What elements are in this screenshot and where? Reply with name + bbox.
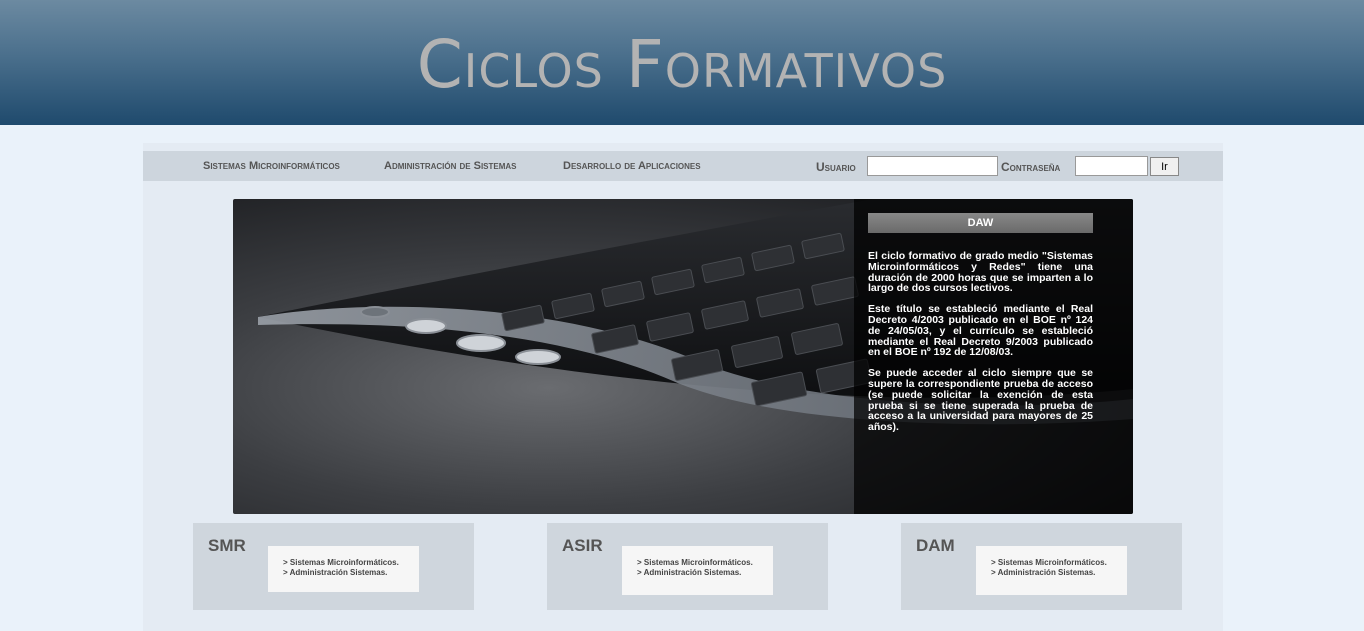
card-link[interactable]: > Administración Sistemas. [283,568,419,578]
card-smr: SMR > Sistemas Microinformáticos. > Admi… [193,523,474,610]
login-submit-button[interactable]: Ir [1150,157,1179,176]
card-links: > Sistemas Microinformáticos. > Administ… [976,546,1127,595]
password-label: Contraseña [1001,160,1061,174]
nav-item-dam[interactable]: Desarrollo de Aplicaciones [563,160,701,172]
site-title: Ciclos Formativos [416,26,948,103]
nav-item-asir[interactable]: Administración de Sistemas [384,160,517,172]
info-panel: DAW El ciclo formativo de grado medio "S… [854,199,1133,514]
card-links: > Sistemas Microinformáticos. > Administ… [268,546,419,592]
card-dam: DAM > Sistemas Microinformáticos. > Admi… [901,523,1182,610]
card-link[interactable]: > Sistemas Microinformáticos. [991,558,1127,568]
hero-banner: DAW El ciclo formativo de grado medio "S… [233,199,1133,514]
info-paragraph: Este título se estableció mediante el Re… [868,303,1093,359]
info-paragraph: El ciclo formativo de grado medio "Siste… [868,250,1093,295]
card-link[interactable]: > Sistemas Microinformáticos. [637,558,773,568]
password-input[interactable] [1075,156,1148,176]
card-title: ASIR [562,536,603,555]
card-title: SMR [208,536,246,555]
main-container: Sistemas Microinformáticos Administració… [143,143,1223,631]
info-panel-text: El ciclo formativo de grado medio "Siste… [868,251,1093,443]
info-paragraph: Se puede acceder al ciclo siempre que se… [868,367,1093,434]
header-banner: Ciclos Formativos [0,0,1364,125]
card-asir: ASIR > Sistemas Microinformáticos. > Adm… [547,523,828,610]
info-panel-title: DAW [868,213,1093,233]
card-title: DAM [916,536,955,555]
card-link[interactable]: > Administración Sistemas. [991,568,1127,578]
nav-item-smr[interactable]: Sistemas Microinformáticos [203,160,340,172]
card-link[interactable]: > Sistemas Microinformáticos. [283,558,419,568]
card-link[interactable]: > Administración Sistemas. [637,568,773,578]
nav-bar: Sistemas Microinformáticos Administració… [143,151,1223,181]
card-links: > Sistemas Microinformáticos. > Administ… [622,546,773,595]
username-label: Usuario [816,160,856,174]
username-input[interactable] [867,156,998,176]
